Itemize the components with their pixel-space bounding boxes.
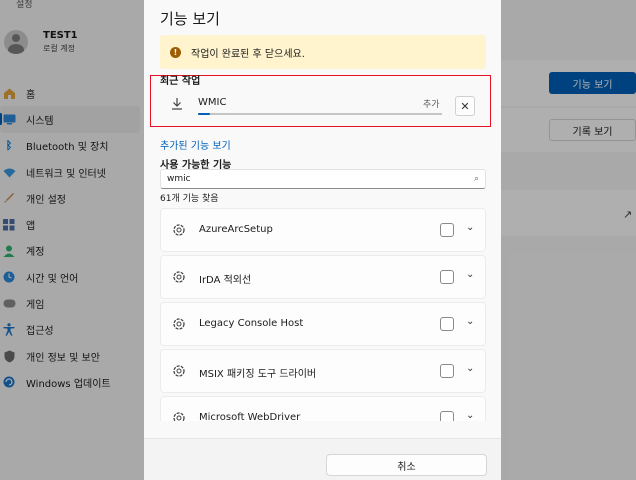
feature-label: Legacy Console Host xyxy=(199,318,304,329)
recent-action-name: WMIC xyxy=(198,97,227,108)
feature-label: MSIX 패키징 도구 드라이버 xyxy=(199,369,317,380)
recent-action-status: 추가 xyxy=(423,100,440,110)
chevron-down-icon[interactable]: ⌄ xyxy=(466,363,474,374)
gear-icon xyxy=(173,318,185,330)
feature-list: AzureArcSetup ⌄ IrDA 적외선 ⌄ Legacy Consol… xyxy=(160,208,486,421)
info-message: 작업이 완료된 후 닫으세요. xyxy=(191,48,305,60)
feature-label: IrDA 적외선 xyxy=(199,275,252,286)
recent-action-item: WMIC 추가 ✕ xyxy=(160,86,486,124)
feature-checkbox[interactable] xyxy=(440,317,454,331)
chevron-down-icon[interactable]: ⌄ xyxy=(466,222,474,233)
feature-checkbox[interactable] xyxy=(440,223,454,237)
feature-search[interactable]: ⌕ xyxy=(160,169,486,189)
feature-checkbox[interactable] xyxy=(440,411,454,421)
chevron-down-icon[interactable]: ⌄ xyxy=(466,269,474,280)
dialog-title: 기능 보기 xyxy=(160,10,220,28)
list-item[interactable]: Microsoft WebDriver ⌄ xyxy=(160,396,486,421)
info-bar: ! 작업이 완료된 후 닫으세요. xyxy=(160,35,486,69)
gear-icon xyxy=(173,365,185,377)
result-count: 61개 기능 찾음 xyxy=(160,194,219,204)
warning-icon: ! xyxy=(170,46,181,58)
feature-label: Microsoft WebDriver xyxy=(199,412,301,421)
search-input[interactable] xyxy=(167,174,457,184)
list-item[interactable]: AzureArcSetup ⌄ xyxy=(160,208,486,252)
feature-label: AzureArcSetup xyxy=(199,224,273,235)
view-added-features-link[interactable]: 추가된 기능 보기 xyxy=(160,137,231,152)
feature-checkbox[interactable] xyxy=(440,270,454,284)
close-icon: ✕ xyxy=(460,99,470,113)
chevron-down-icon[interactable]: ⌄ xyxy=(466,410,474,421)
view-features-dialog: 기능 보기 ! 작업이 완료된 후 닫으세요. 최근 작업 WMIC 추가 ✕ … xyxy=(144,0,501,480)
install-progress-bar xyxy=(198,113,442,115)
feature-checkbox[interactable] xyxy=(440,364,454,378)
list-item[interactable]: IrDA 적외선 ⌄ xyxy=(160,255,486,299)
gear-icon xyxy=(173,224,185,236)
cancel-action-button[interactable]: ✕ xyxy=(455,96,475,116)
install-progress-fill xyxy=(198,113,211,115)
recent-actions-heading: 최근 작업 xyxy=(160,76,201,87)
search-icon: ⌕ xyxy=(473,174,479,184)
download-icon xyxy=(171,97,187,113)
list-item[interactable]: Legacy Console Host ⌄ xyxy=(160,302,486,346)
dialog-footer: 취소 xyxy=(144,438,501,480)
gear-icon xyxy=(173,271,185,283)
chevron-down-icon[interactable]: ⌄ xyxy=(466,316,474,327)
list-item[interactable]: MSIX 패키징 도구 드라이버 ⌄ xyxy=(160,349,486,393)
cancel-button[interactable]: 취소 xyxy=(326,454,487,476)
gear-icon xyxy=(173,412,185,421)
